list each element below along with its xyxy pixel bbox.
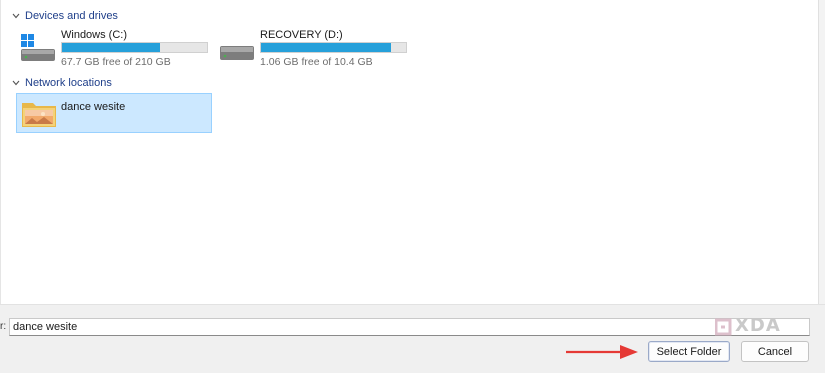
folder-name-input[interactable] — [9, 318, 810, 336]
chevron-down-icon[interactable] — [11, 78, 21, 88]
drive-usage-bar — [260, 42, 407, 53]
drive-name: Windows (C:) — [61, 29, 128, 41]
windows-drive-icon — [21, 34, 55, 61]
filename-label: r: — [0, 321, 7, 332]
group-header-label: Network locations — [25, 77, 112, 89]
select-folder-button[interactable]: Select Folder — [648, 341, 730, 362]
network-item-dance-wesite[interactable]: dance wesite — [16, 93, 212, 133]
group-header-label: Devices and drives — [25, 10, 118, 22]
cancel-button[interactable]: Cancel — [741, 341, 809, 362]
hard-drive-icon — [220, 34, 254, 60]
drive-usage-bar — [61, 42, 208, 53]
drive-item-c[interactable]: Windows (C:) 67.7 GB free of 210 GB — [21, 29, 221, 69]
vertical-scrollbar[interactable] — [818, 0, 825, 304]
folder-icon — [22, 100, 56, 128]
drive-usage-fill — [62, 43, 161, 52]
folder-name: dance wesite — [61, 101, 126, 113]
annotation-arrow-icon — [566, 345, 638, 359]
drive-name: RECOVERY (D:) — [260, 29, 343, 41]
group-header-devices[interactable]: Devices and drives — [11, 10, 118, 22]
group-header-network[interactable]: Network locations — [11, 77, 112, 89]
drive-item-d[interactable]: RECOVERY (D:) 1.06 GB free of 10.4 GB — [220, 29, 420, 69]
drive-free-space: 67.7 GB free of 210 GB — [61, 56, 171, 68]
dialog-footer — [0, 304, 825, 373]
drive-free-space: 1.06 GB free of 10.4 GB — [260, 56, 373, 68]
xda-watermark-text: XDA — [735, 315, 781, 336]
drive-usage-fill — [261, 43, 392, 52]
file-list-pane[interactable]: Devices and drives Windows (C:) 67.7 GB … — [0, 0, 819, 304]
chevron-down-icon[interactable] — [11, 11, 21, 21]
